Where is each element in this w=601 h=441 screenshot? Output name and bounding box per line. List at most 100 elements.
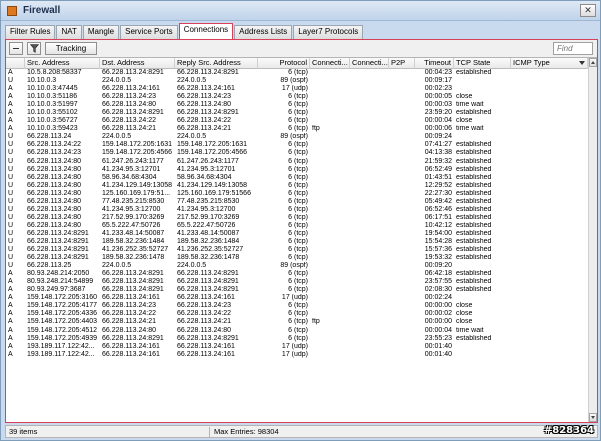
- close-button[interactable]: ✕: [580, 4, 596, 17]
- status-bar: 39 items Max Entries: 98304: [5, 425, 598, 438]
- cell-timeout: 19:54:00: [424, 229, 452, 237]
- table-row[interactable]: A 159.148.172.205:3160 66.228.113.24:161 66…: [6, 294, 588, 302]
- column-header-protocol[interactable]: Protocol: [258, 58, 310, 69]
- cell-connection-mark: [350, 117, 389, 125]
- scroll-up-arrow-icon[interactable]: [589, 58, 597, 67]
- table-row[interactable]: U 66.228.113.24:22 159.148.172.205:1631 159…: [6, 141, 588, 149]
- cell-icmp-type: [511, 246, 588, 254]
- cell-icmp-type: [511, 198, 588, 206]
- column-header-tcp-state[interactable]: TCP State: [454, 58, 511, 69]
- cell-reply-src-address: 66.228.113.24:8291: [177, 69, 239, 76]
- table-row[interactable]: A 159.148.172.205:4336 66.228.113.24:22 66.…: [6, 310, 588, 318]
- table-row[interactable]: A 10.5.8.208:58337 66.228.113.24:8291 66.22…: [6, 69, 588, 77]
- column-header-connection-mark[interactable]: Connecti...: [350, 58, 389, 69]
- tab-address-lists[interactable]: Address Lists: [234, 25, 293, 39]
- table-row[interactable]: U 66.228.113.24:80 217.52.99.170:3269 217.5…: [6, 214, 588, 222]
- cell-tcp-state: established: [456, 213, 492, 221]
- column-header-dst-address[interactable]: Dst. Address: [100, 58, 175, 69]
- cell-dst-address: 66.228.113.24:161: [102, 342, 160, 350]
- table-row[interactable]: A 80.93.249.97:3687 66.228.113.24:8291 66.2…: [6, 286, 588, 294]
- cell-flags: U: [8, 173, 14, 181]
- tab-layer7-protocols[interactable]: Layer7 Protocols: [293, 25, 364, 39]
- cell-icmp-type: [511, 335, 588, 343]
- cell-connection-type: [310, 286, 350, 294]
- tab-nat[interactable]: NAT: [56, 25, 82, 39]
- table-row[interactable]: U 66.228.113.24:23 159.148.172.205:4566 159…: [6, 149, 588, 157]
- cell-reply-src-address: 41.234.95.3:12700: [177, 205, 236, 213]
- table-row[interactable]: A 80.93.248.214:2050 66.228.113.24:8291 66.…: [6, 270, 588, 278]
- table-row[interactable]: A 10.10.0.3:56727 66.228.113.24:22 66.228.1…: [6, 117, 588, 125]
- cell-flags: U: [8, 141, 14, 149]
- cell-connection-mark: [350, 214, 389, 222]
- cell-icmp-type: [511, 262, 588, 270]
- table-row[interactable]: U 66.228.113.24:8291 189.58.32.236:1484 189…: [6, 238, 588, 246]
- scroll-down-arrow-icon[interactable]: [589, 413, 597, 422]
- table-row[interactable]: U 66.228.113.24:80 61.247.26.243:1177 61.24…: [6, 158, 588, 166]
- table-row[interactable]: U 66.228.113.24:8291 189.58.32.236:1478 189…: [6, 254, 588, 262]
- table-row[interactable]: A 159.148.172.205:4403 66.228.113.24:21 66.…: [6, 318, 588, 326]
- column-header-src-address[interactable]: Src. Address: [25, 58, 100, 69]
- cell-src-address: 159.148.172.205:4512: [27, 326, 98, 334]
- table-row[interactable]: A 193.189.117.122:42... 66.228.113.24:161 6…: [6, 351, 588, 359]
- cell-reply-src-address: 224.0.0.5: [177, 133, 207, 141]
- filter-button[interactable]: [27, 42, 41, 55]
- cell-timeout: 15:54:28: [424, 237, 452, 245]
- column-header-flags[interactable]: [6, 58, 25, 69]
- cell-dst-address: 66.228.113.24:8291: [102, 270, 164, 278]
- table-row[interactable]: U 10.10.0.3 224.0.0.5 224.0.0.5 89 (ospf) 00:…: [6, 77, 588, 85]
- table-row[interactable]: A 159.148.172.205:4939 66.228.113.24:8291 6…: [6, 335, 588, 343]
- cell-src-address: 10.10.0.3:51186: [27, 93, 78, 101]
- cell-icmp-type: [511, 286, 588, 294]
- column-header-reply-src-address[interactable]: Reply Src. Address: [175, 58, 258, 69]
- title-bar[interactable]: Firewall ✕: [1, 1, 600, 21]
- tab-connections[interactable]: Connections: [178, 23, 234, 39]
- vertical-scrollbar[interactable]: [588, 58, 597, 422]
- table-row[interactable]: U 66.228.113.24:80 58.96.34.68:4304 58.96.3…: [6, 174, 588, 182]
- cell-dst-address: 66.228.113.24:161: [102, 85, 160, 93]
- cell-reply-src-address: 41.236.252.35:52727: [177, 246, 244, 254]
- cell-connection-type: ftp: [312, 125, 320, 133]
- remove-button[interactable]: [9, 42, 23, 55]
- tab-mangle[interactable]: Mangle: [82, 25, 120, 39]
- cell-icmp-type: [511, 351, 588, 359]
- column-header-p2p[interactable]: P2P: [389, 58, 415, 69]
- column-header-icmp-type[interactable]: ICMP Type: [511, 58, 588, 69]
- table-row[interactable]: A 10.10.0.3:55102 66.228.113.24:8291 66.228…: [6, 109, 588, 117]
- column-header-timeout[interactable]: Timeout: [415, 58, 454, 69]
- table-row[interactable]: U 66.228.113.24:80 41.234.95.3:12701 41.234…: [6, 166, 588, 174]
- table-row[interactable]: U 66.228.113.24:80 41.234.129.149:13058 41.…: [6, 182, 588, 190]
- table-row[interactable]: U 66.228.113.24 224.0.0.5 224.0.0.5 89 (ospf…: [6, 133, 588, 141]
- find-input[interactable]: [553, 42, 593, 55]
- cell-connection-mark: [350, 198, 389, 206]
- cell-connection-mark: [350, 262, 389, 270]
- cell-flags: A: [8, 69, 13, 76]
- table-row[interactable]: U 66.228.113.24:8291 41.233.48.14:50087 41.…: [6, 230, 588, 238]
- cell-p2p: [389, 158, 415, 166]
- cell-dst-address: 66.228.113.24:23: [102, 302, 156, 310]
- cell-connection-mark: [350, 174, 389, 182]
- cell-icmp-type: [511, 238, 588, 246]
- cell-p2p: [389, 302, 415, 310]
- table-row[interactable]: U 66.228.113.24:80 125.160.169.179:51... 12…: [6, 190, 588, 198]
- table-row[interactable]: A 193.189.117.122:42... 66.228.113.24:161 6…: [6, 343, 588, 351]
- table-row[interactable]: A 10.10.0.3:51186 66.228.113.24:23 66.228.1…: [6, 93, 588, 101]
- table-row[interactable]: A 159.148.172.205:4512 66.228.113.24:80 66.…: [6, 327, 588, 335]
- table-row[interactable]: A 10.10.0.3:47445 66.228.113.24:161 66.228.…: [6, 85, 588, 93]
- tracking-button[interactable]: Tracking: [45, 42, 97, 55]
- cell-src-address: 10.10.0.3:55102: [27, 109, 78, 117]
- column-menu-arrow-icon[interactable]: [579, 61, 585, 65]
- table-row[interactable]: U 66.228.113.25 224.0.0.5 224.0.0.5 89 (ospf…: [6, 262, 588, 270]
- cell-timeout: 23:59:20: [424, 109, 452, 117]
- table-row[interactable]: U 66.228.113.24:80 41.234.95.3:12700 41.234…: [6, 206, 588, 214]
- tab-service-ports[interactable]: Service Ports: [120, 25, 178, 39]
- table-row[interactable]: A 80.93.248.214:54899 66.228.113.24:8291 66…: [6, 278, 588, 286]
- table-row[interactable]: A 10.10.0.3:59423 66.228.113.24:21 66.228.1…: [6, 125, 588, 133]
- table-row[interactable]: U 66.228.113.24:8291 41.236.252.35:52727 41…: [6, 246, 588, 254]
- table-row[interactable]: U 66.228.113.24:80 65.5.222.47:50726 65.5.2…: [6, 222, 588, 230]
- tab-filter-rules[interactable]: Filter Rules: [5, 25, 56, 39]
- column-header-connection-type[interactable]: Connecti...: [310, 58, 350, 69]
- table-row[interactable]: A 159.148.172.205:4177 66.228.113.24:23 66.…: [6, 302, 588, 310]
- table-row[interactable]: U 66.228.113.24:80 77.48.235.215:8530 77.48…: [6, 198, 588, 206]
- cell-protocol: 6 (tcp): [288, 165, 308, 173]
- table-row[interactable]: A 10.10.0.3:51997 66.228.113.24:80 66.228.1…: [6, 101, 588, 109]
